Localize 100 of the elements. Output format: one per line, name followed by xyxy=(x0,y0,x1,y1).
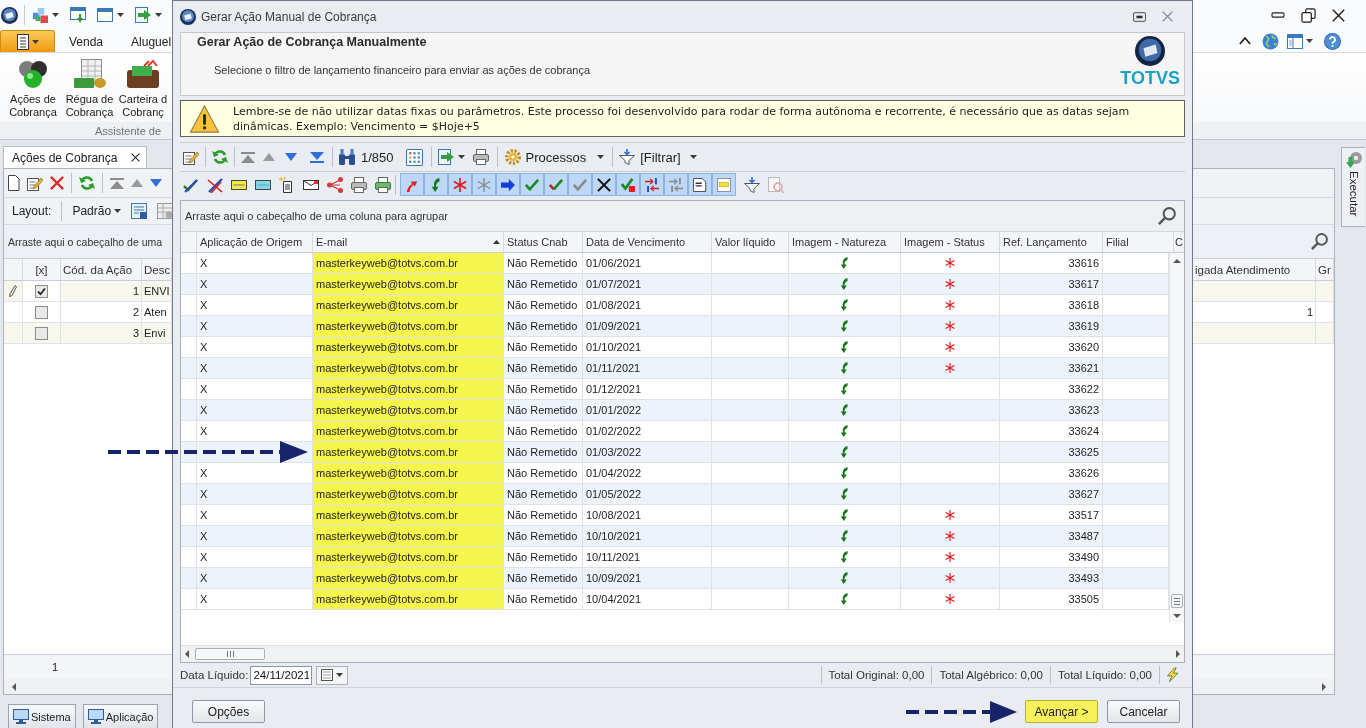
scroll-thumb[interactable] xyxy=(195,648,265,660)
window-download-icon[interactable] xyxy=(70,7,86,23)
status-filter-toggle[interactable] xyxy=(496,173,520,196)
column-header[interactable]: Valor líquido xyxy=(712,232,789,252)
lightning-icon[interactable] xyxy=(1166,667,1179,683)
export-icon[interactable] xyxy=(135,7,151,23)
caret-icon[interactable] xyxy=(52,13,59,17)
cross-pencil-icon[interactable] xyxy=(207,176,223,193)
dialog-button[interactable]: Opções xyxy=(192,700,265,723)
restore-icon[interactable] xyxy=(1133,11,1146,22)
help-icon[interactable] xyxy=(1324,32,1341,50)
check-pencil-icon[interactable] xyxy=(183,176,199,193)
column-header[interactable]: [x] xyxy=(23,259,61,280)
ribbon-button[interactable]: Ações de Cobrança xyxy=(5,59,61,122)
globe-icon[interactable] xyxy=(1262,32,1279,50)
status-filter-toggle[interactable] xyxy=(592,173,616,196)
checkbox[interactable] xyxy=(35,305,48,319)
caret-icon[interactable] xyxy=(1306,39,1313,43)
caret-icon[interactable] xyxy=(117,13,124,17)
status-filter-toggle[interactable] xyxy=(400,173,424,196)
status-filter-toggle[interactable] xyxy=(712,173,736,196)
filter-button[interactable]: [Filtrar] xyxy=(619,149,697,165)
status-filter-toggle[interactable] xyxy=(424,173,448,196)
dialog-button[interactable]: Cancelar xyxy=(1107,700,1180,723)
layout-icon[interactable] xyxy=(1287,33,1303,49)
status-filter-toggle[interactable] xyxy=(568,173,592,196)
next-icon[interactable] xyxy=(285,153,297,161)
close-icon[interactable] xyxy=(1332,8,1345,22)
status-filter-toggle[interactable] xyxy=(616,173,640,196)
caret-icon[interactable] xyxy=(155,13,162,17)
ribbon-tab[interactable]: Aluguel xyxy=(117,30,186,52)
checkbox[interactable] xyxy=(35,326,48,340)
column-header[interactable]: Ref. Lançamento xyxy=(1000,232,1103,252)
app-logo-icon[interactable] xyxy=(1,6,18,24)
scroll-right-icon[interactable] xyxy=(1322,682,1326,691)
edit-icon[interactable] xyxy=(27,175,43,191)
taskbar-button[interactable]: Sistema xyxy=(8,704,76,728)
status-filter-toggle[interactable] xyxy=(448,173,472,196)
status-filter-toggle[interactable] xyxy=(472,173,496,196)
close-icon[interactable] xyxy=(131,153,141,162)
refresh-icon[interactable] xyxy=(79,175,95,191)
column-header[interactable]: C xyxy=(1174,232,1184,252)
date-field[interactable]: 24/11/2021 xyxy=(250,665,313,685)
processes-button[interactable]: Processos xyxy=(504,149,605,165)
binoculars-icon[interactable] xyxy=(339,149,355,165)
status-filter-toggle[interactable] xyxy=(688,173,712,196)
ribbon-button[interactable]: Régua de Cobrança xyxy=(61,59,118,122)
document-sparkle-icon[interactable] xyxy=(279,176,295,193)
column-header[interactable]: E-mail xyxy=(313,232,504,252)
document-tab[interactable]: Ações de Cobrança xyxy=(3,146,148,168)
caret-icon[interactable] xyxy=(457,155,465,159)
layout-dropdown[interactable]: Padrão xyxy=(72,204,122,218)
column-header[interactable]: Gr xyxy=(1316,259,1334,280)
file-menu-button[interactable] xyxy=(0,30,55,52)
next-icon[interactable] xyxy=(150,179,162,187)
dialog-button[interactable]: Avançar > xyxy=(1025,700,1098,723)
search-icon[interactable] xyxy=(1311,233,1328,250)
card-icon[interactable] xyxy=(231,179,247,190)
checkbox[interactable] xyxy=(35,284,48,298)
grid-settings-icon[interactable] xyxy=(157,203,174,219)
export-icon[interactable] xyxy=(437,149,454,165)
execute-side-tab[interactable]: Executar xyxy=(1341,147,1365,227)
column-header[interactable]: Filial xyxy=(1103,232,1174,252)
scroll-right-icon[interactable] xyxy=(1176,650,1180,658)
vertical-scrollbar[interactable] xyxy=(1169,253,1184,622)
restore-icon[interactable] xyxy=(1301,7,1316,23)
status-filter-toggle[interactable] xyxy=(520,173,544,196)
search-icon[interactable] xyxy=(1158,207,1176,225)
column-header[interactable]: Cód. da Ação xyxy=(61,259,142,280)
minimize-icon[interactable] xyxy=(1271,12,1285,18)
delete-icon[interactable] xyxy=(50,176,64,190)
edit-icon[interactable] xyxy=(183,149,199,165)
envelope-icon[interactable] xyxy=(303,179,319,190)
refresh-icon[interactable] xyxy=(212,149,228,165)
status-filter-toggle[interactable] xyxy=(544,173,568,196)
status-filter-toggle[interactable] xyxy=(664,173,688,196)
ribbon-tab[interactable]: Venda xyxy=(55,30,118,52)
scroll-thumb[interactable] xyxy=(1171,594,1183,608)
column-header[interactable]: Status Cnab xyxy=(504,232,583,252)
column-header[interactable]: Aplicação de Origem xyxy=(197,232,313,252)
ribbon-button[interactable]: Carteira d Cobranç xyxy=(118,59,168,122)
window-icon[interactable] xyxy=(97,7,113,23)
new-document-icon[interactable] xyxy=(8,175,20,191)
scroll-left-icon[interactable] xyxy=(185,650,189,658)
filter-icon[interactable] xyxy=(744,176,760,193)
calendar-grid-icon[interactable] xyxy=(405,148,423,166)
blocks-icon[interactable] xyxy=(33,7,48,23)
first-icon[interactable] xyxy=(241,151,255,163)
chevron-up-icon[interactable] xyxy=(1239,37,1251,45)
taskbar-button[interactable]: Aplicação xyxy=(82,704,159,728)
save-layout-icon[interactable] xyxy=(131,203,148,219)
column-header[interactable]: Imagem - Natureza xyxy=(789,232,901,252)
first-icon[interactable] xyxy=(110,177,124,189)
card-icon[interactable] xyxy=(255,179,271,190)
printer-icon[interactable] xyxy=(472,149,489,165)
printer-icon[interactable] xyxy=(351,176,367,193)
last-icon[interactable] xyxy=(310,151,324,163)
status-filter-toggle[interactable] xyxy=(640,173,664,196)
printer-icon[interactable] xyxy=(375,176,391,193)
scroll-left-icon[interactable] xyxy=(12,682,16,691)
